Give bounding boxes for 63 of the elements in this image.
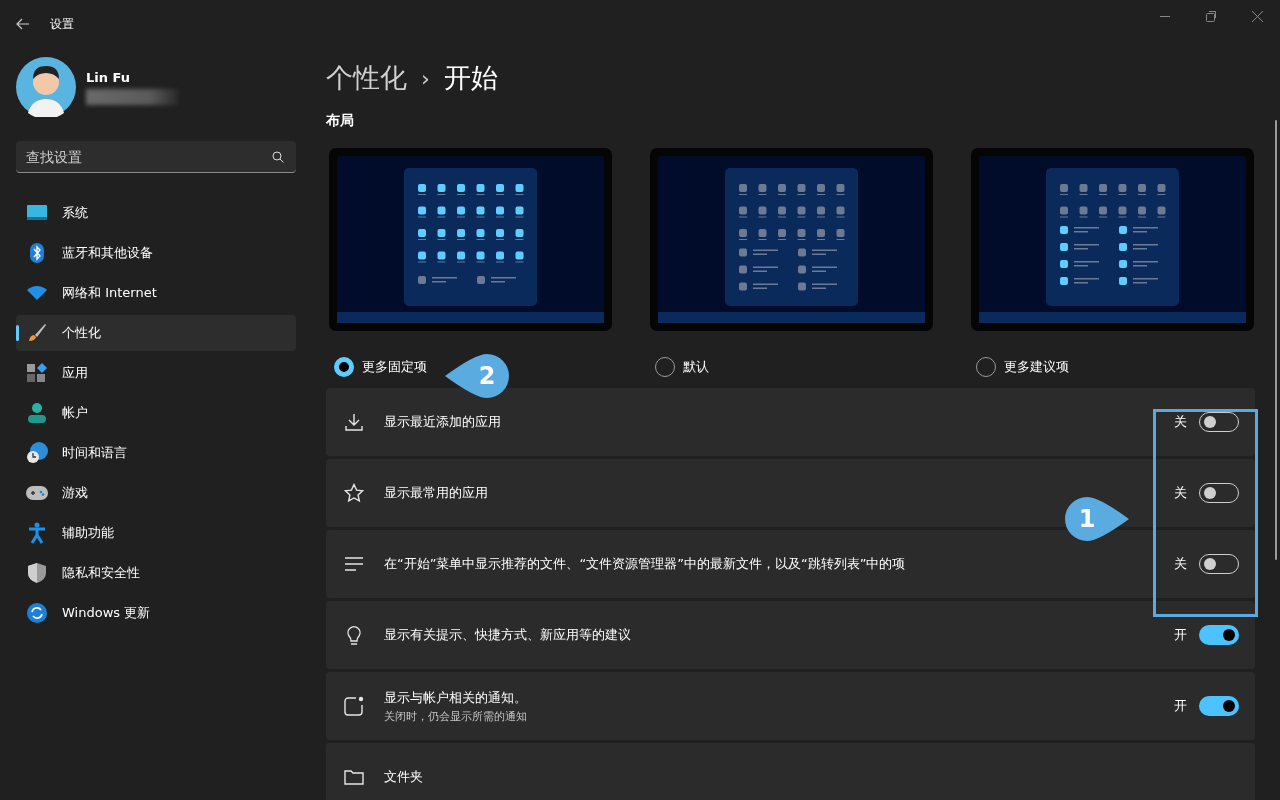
close-icon[interactable] (1251, 10, 1263, 22)
list-icon (344, 556, 364, 572)
sidebar-item[interactable]: 游戏 (16, 475, 296, 511)
bluetooth-icon (30, 243, 44, 263)
toggle-state: 开 (1174, 697, 1187, 715)
callout-marker: 1 (1065, 497, 1129, 541)
back-arrow-icon (16, 18, 30, 30)
wifi-icon (27, 285, 47, 301)
lightbulb-icon (344, 624, 364, 646)
apps-icon (27, 363, 47, 383)
sidebar-item[interactable]: 网络和 Internet (16, 275, 296, 311)
scrollbar[interactable] (1275, 120, 1277, 560)
setting-title: 显示有关提示、快捷方式、新应用等的建议 (384, 626, 632, 644)
user-name: Lin Fu (86, 69, 131, 85)
sidebar-item[interactable]: 系统 (16, 195, 296, 231)
setting-description: 关闭时，仍会显示所需的通知 (384, 708, 528, 724)
toggle-switch[interactable] (1199, 696, 1239, 716)
breadcrumb-separator: › (421, 65, 430, 91)
minimize-icon[interactable] (1160, 15, 1170, 17)
search-field[interactable]: 查找设置 (16, 141, 296, 173)
search-icon (272, 151, 284, 163)
layout-preview-drawing[interactable] (650, 148, 933, 331)
person-icon (28, 403, 46, 423)
toggle-state: 关 (1174, 413, 1187, 431)
gamepad-icon (26, 486, 48, 500)
toggle-state: 关 (1174, 484, 1187, 502)
sidebar-item[interactable]: 帐户 (16, 395, 296, 431)
window-title: 设置 (50, 15, 74, 33)
toggle-switch[interactable] (1199, 625, 1239, 645)
monitor-icon (27, 205, 47, 221)
setting-title: 显示最近添加的应用 (384, 413, 502, 431)
sidebar-item[interactable]: 辅助功能 (16, 515, 296, 551)
setting-title: 显示与帐户相关的通知。 (384, 688, 528, 707)
star-icon (344, 483, 364, 503)
layout-preview-drawing[interactable] (329, 148, 612, 331)
avatar (16, 57, 76, 117)
brush-icon (27, 323, 47, 343)
section-title: 布局 (326, 112, 355, 130)
refresh-icon (27, 603, 47, 623)
setting-title: 文件夹 (384, 768, 424, 786)
radio-option[interactable]: 更多建议项 (971, 353, 1254, 381)
layout-preview-drawing[interactable] (971, 148, 1254, 331)
sidebar-item[interactable]: 蓝牙和其他设备 (16, 235, 296, 271)
globe-clock-icon (26, 442, 48, 464)
sidebar-item[interactable]: 个性化 (16, 315, 296, 351)
shield-icon (28, 563, 46, 583)
radio-option[interactable]: 默认 (650, 353, 933, 381)
notification-icon (344, 696, 364, 716)
setting-title: 在“开始”菜单中显示推荐的文件、“文件资源管理器”中的最新文件，以及“跳转列表”中的项 (384, 555, 907, 573)
sidebar-item[interactable]: 时间和语言 (16, 435, 296, 471)
toggle-state: 开 (1174, 626, 1187, 644)
sidebar-item[interactable]: 应用 (16, 355, 296, 391)
callout-marker: 2 (445, 354, 509, 398)
restore-icon[interactable] (1205, 10, 1217, 22)
accessibility-icon (28, 522, 46, 544)
breadcrumb-item[interactable]: 个性化 (326, 60, 407, 96)
breadcrumb-item: 开始 (443, 61, 498, 95)
sidebar-item[interactable]: 隐私和安全性 (16, 555, 296, 591)
setting-title: 显示最常用的应用 (384, 484, 489, 502)
toggle-state: 关 (1174, 555, 1187, 573)
download-icon (344, 412, 364, 432)
folder-icon (344, 768, 364, 786)
sidebar-item[interactable]: Windows 更新 (16, 595, 296, 631)
